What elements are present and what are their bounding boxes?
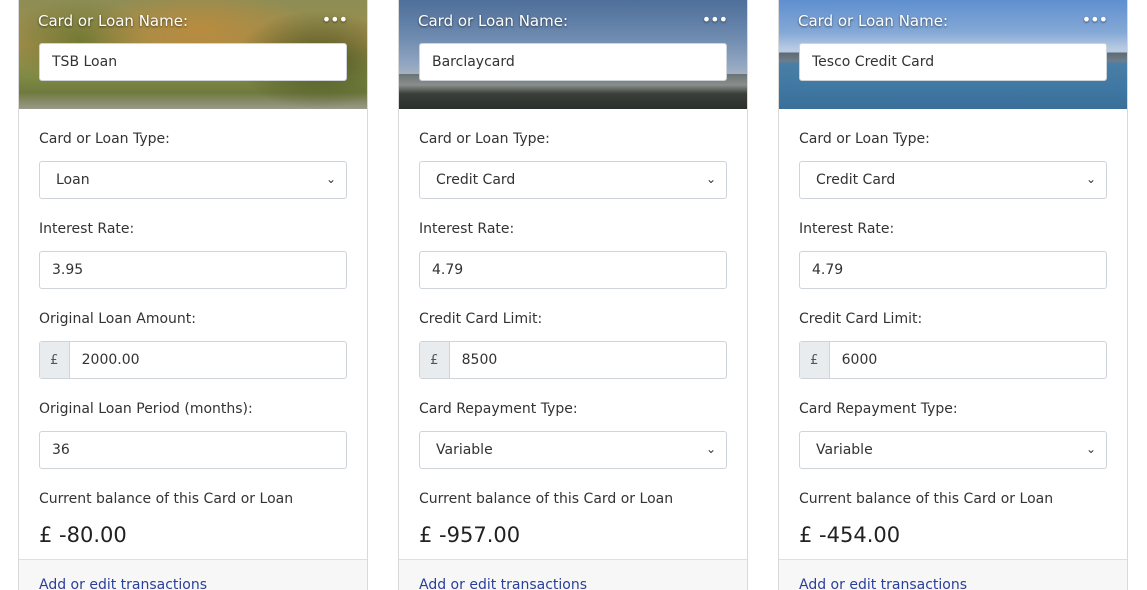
interest-label: Interest Rate: (419, 221, 515, 237)
type-label: Card or Loan Type: (419, 131, 550, 147)
type-select[interactable]: Credit Card ⌄ (419, 161, 727, 199)
card-name-label: Card or Loan Name: (38, 12, 189, 30)
credit-limit-field[interactable]: £ (799, 341, 1107, 379)
card-footer: Add or edit transactions (779, 559, 1127, 590)
card-barclaycard: Card or Loan Name: ••• Card or Loan Type… (398, 0, 748, 590)
edit-transactions-link[interactable]: Add or edit transactions (419, 577, 587, 590)
chevron-down-icon: ⌄ (1085, 442, 1096, 456)
interest-field[interactable] (39, 251, 347, 289)
card-name-input[interactable] (39, 43, 347, 81)
interest-field[interactable] (799, 251, 1107, 289)
repayment-type-label: Card Repayment Type: (799, 401, 958, 417)
card-name-label: Card or Loan Name: (418, 12, 569, 30)
card-footer: Add or edit transactions (399, 559, 747, 590)
credit-limit-field[interactable]: £ (419, 341, 727, 379)
card-footer: Add or edit transactions (19, 559, 367, 590)
repayment-type-value: Variable (436, 442, 493, 458)
cards-row: Card or Loan Name: ••• Card or Loan Type… (0, 0, 1147, 590)
card-tsb-loan: Card or Loan Name: ••• Card or Loan Type… (18, 0, 368, 590)
interest-input[interactable] (420, 252, 726, 288)
card-name-input[interactable] (419, 43, 727, 81)
interest-label: Interest Rate: (39, 221, 135, 237)
loan-period-input[interactable] (40, 432, 346, 468)
type-select[interactable]: Credit Card ⌄ (799, 161, 1107, 199)
currency-prefix: £ (420, 342, 450, 378)
ellipsis-icon[interactable]: ••• (322, 10, 348, 29)
loan-amount-input[interactable] (69, 342, 346, 378)
card-name-input[interactable] (799, 43, 1107, 81)
repayment-type-label: Card Repayment Type: (419, 401, 578, 417)
interest-field[interactable] (419, 251, 727, 289)
card-body: Card or Loan Type: Loan ⌄ Interest Rate:… (19, 131, 367, 547)
interest-input[interactable] (800, 252, 1106, 288)
credit-limit-label: Credit Card Limit: (419, 311, 543, 327)
loan-amount-label: Original Loan Amount: (39, 311, 196, 327)
chevron-down-icon: ⌄ (1085, 172, 1096, 186)
repayment-type-select[interactable]: Variable ⌄ (419, 431, 727, 469)
chevron-down-icon: ⌄ (705, 172, 716, 186)
ellipsis-icon[interactable]: ••• (702, 10, 728, 29)
credit-limit-input[interactable] (829, 342, 1106, 378)
type-select-value: Credit Card (816, 172, 896, 188)
repayment-type-select[interactable]: Variable ⌄ (799, 431, 1107, 469)
balance-label: Current balance of this Card or Loan (39, 491, 294, 507)
card-tesco-credit-card: Card or Loan Name: ••• Card or Loan Type… (778, 0, 1128, 590)
edit-transactions-link[interactable]: Add or edit transactions (799, 577, 967, 590)
credit-limit-label: Credit Card Limit: (799, 311, 923, 327)
card-header-image: Card or Loan Name: ••• (19, 0, 367, 109)
balance-label: Current balance of this Card or Loan (799, 491, 1054, 507)
currency-prefix: £ (40, 342, 70, 378)
edit-transactions-link[interactable]: Add or edit transactions (39, 577, 207, 590)
card-body: Card or Loan Type: Credit Card ⌄ Interes… (399, 131, 747, 547)
balance-value: £ -454.00 (799, 523, 901, 547)
interest-input[interactable] (40, 252, 346, 288)
loan-amount-field[interactable]: £ (39, 341, 347, 379)
repayment-type-value: Variable (816, 442, 873, 458)
type-select-value: Loan (56, 172, 90, 188)
chevron-down-icon: ⌄ (705, 442, 716, 456)
type-select[interactable]: Loan ⌄ (39, 161, 347, 199)
type-select-value: Credit Card (436, 172, 516, 188)
balance-label: Current balance of this Card or Loan (419, 491, 674, 507)
card-name-label: Card or Loan Name: (798, 12, 949, 30)
loan-period-label: Original Loan Period (months): (39, 401, 253, 417)
card-body: Card or Loan Type: Credit Card ⌄ Interes… (779, 131, 1127, 547)
card-header-image: Card or Loan Name: ••• (779, 0, 1127, 109)
ellipsis-icon[interactable]: ••• (1082, 10, 1108, 29)
currency-prefix: £ (800, 342, 830, 378)
balance-value: £ -80.00 (39, 523, 127, 547)
card-header-image: Card or Loan Name: ••• (399, 0, 747, 109)
interest-label: Interest Rate: (799, 221, 895, 237)
credit-limit-input[interactable] (449, 342, 726, 378)
loan-period-field[interactable] (39, 431, 347, 469)
chevron-down-icon: ⌄ (325, 172, 336, 186)
type-label: Card or Loan Type: (39, 131, 170, 147)
balance-value: £ -957.00 (419, 523, 521, 547)
type-label: Card or Loan Type: (799, 131, 930, 147)
